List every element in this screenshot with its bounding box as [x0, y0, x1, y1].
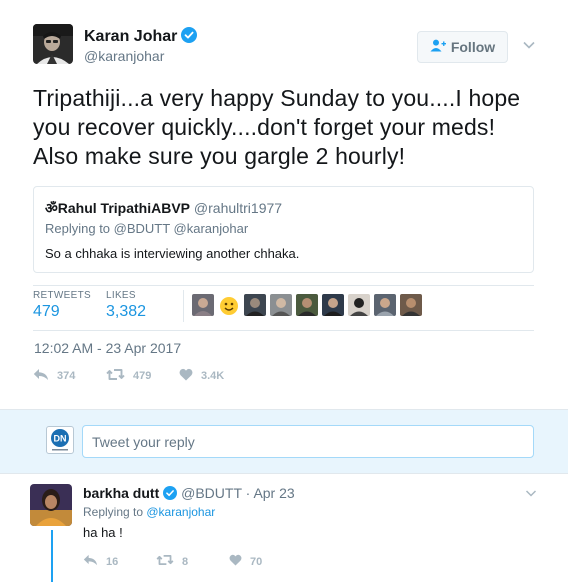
- reply-author-handle[interactable]: @BDUTT: [181, 485, 242, 501]
- like-count: 3.4K: [201, 370, 225, 382]
- reply-button[interactable]: 16: [83, 554, 118, 569]
- author-handle[interactable]: @karanjohar: [84, 48, 164, 64]
- divider: [183, 290, 184, 322]
- timestamp[interactable]: 12:02 AM - 23 Apr 2017: [34, 340, 181, 356]
- liker-avatar[interactable]: [322, 294, 344, 316]
- retweet-count: 8: [182, 555, 189, 568]
- add-user-icon: [430, 39, 446, 55]
- heart-icon: [179, 368, 193, 384]
- replying-prefix: Replying to: [83, 505, 147, 519]
- user-avatar: DN: [46, 426, 74, 454]
- retweet-icon: [156, 554, 174, 569]
- likes-stat[interactable]: LIKES 3,382: [106, 290, 146, 321]
- liker-avatar[interactable]: [400, 294, 422, 316]
- liker-avatar[interactable]: [296, 294, 318, 316]
- retweet-count: 479: [133, 370, 152, 382]
- replying-to-link[interactable]: @karanjohar: [146, 505, 215, 519]
- liker-avatar[interactable]: [374, 294, 396, 316]
- reply-text: ha ha !: [83, 525, 123, 540]
- reply-replying-to: Replying to @karanjohar: [83, 505, 215, 519]
- reply-composer: DN Tweet your reply: [0, 409, 568, 474]
- divider: [33, 285, 534, 286]
- divider: [33, 330, 534, 331]
- reply-count: 374: [57, 370, 76, 382]
- heart-icon: [229, 554, 242, 569]
- reply-author: barkha dutt @BDUTT · Apr 23: [83, 485, 295, 503]
- verified-badge-icon: [163, 486, 178, 503]
- retweet-button[interactable]: 8: [156, 554, 188, 569]
- avatar[interactable]: [33, 24, 73, 64]
- reply-input-placeholder: Tweet your reply: [92, 433, 195, 450]
- author-name[interactable]: Karan Johar: [84, 27, 198, 48]
- like-count: 70: [250, 555, 263, 568]
- quoted-tweet[interactable]: ॐRahul TripathiABVP @rahultri1977 Replyi…: [33, 186, 534, 273]
- thread-line: [51, 530, 53, 582]
- liker-avatar[interactable]: [192, 294, 214, 316]
- logo-text: DN: [54, 434, 67, 444]
- retweets-label: RETWEETS: [33, 290, 91, 301]
- liker-avatar[interactable]: [270, 294, 292, 316]
- quoted-author-name: ॐRahul TripathiABVP: [45, 200, 191, 216]
- avatar[interactable]: [30, 484, 72, 526]
- like-button[interactable]: 70: [229, 554, 262, 569]
- reply-button[interactable]: 374: [33, 368, 75, 384]
- liker-avatar[interactable]: [218, 294, 240, 316]
- verified-badge-icon: [181, 27, 198, 48]
- like-button[interactable]: 3.4K: [179, 368, 224, 384]
- likes-label: LIKES: [106, 290, 136, 301]
- quoted-text: So a chhaka is interviewing another chha…: [45, 246, 300, 261]
- reply-count: 16: [106, 555, 119, 568]
- reply-tweet: barkha dutt @BDUTT · Apr 23 Replying to …: [0, 475, 568, 582]
- reply-input[interactable]: Tweet your reply: [82, 425, 534, 458]
- separator-dot: ·: [245, 485, 251, 501]
- liker-avatar[interactable]: [348, 294, 370, 316]
- liker-avatar[interactable]: [244, 294, 266, 316]
- retweets-stat[interactable]: RETWEETS 479: [33, 290, 91, 321]
- reply-icon: [83, 554, 98, 569]
- reply-date[interactable]: Apr 23: [253, 485, 294, 501]
- quoted-replying-to: Replying to @BDUTT @karanjohar: [45, 221, 249, 236]
- retweets-count: 479: [33, 303, 60, 320]
- chevron-down-icon[interactable]: [525, 486, 537, 498]
- quoted-author: ॐRahul TripathiABVP @rahultri1977: [45, 199, 282, 218]
- follow-button[interactable]: Follow: [417, 31, 508, 63]
- likes-count: 3,382: [106, 303, 147, 320]
- chevron-down-icon[interactable]: [522, 38, 536, 52]
- main-tweet: Karan Johar @karanjohar Follow Tripathij…: [0, 0, 568, 408]
- quoted-author-handle: @rahultri1977: [193, 200, 283, 216]
- retweet-button[interactable]: 479: [106, 368, 151, 384]
- reply-icon: [33, 368, 49, 384]
- follow-button-label: Follow: [450, 39, 496, 55]
- reply-author-name[interactable]: barkha dutt: [83, 485, 159, 501]
- retweet-icon: [106, 368, 125, 384]
- tweet-text: Tripathiji...a very happy Sunday to you.…: [33, 85, 521, 169]
